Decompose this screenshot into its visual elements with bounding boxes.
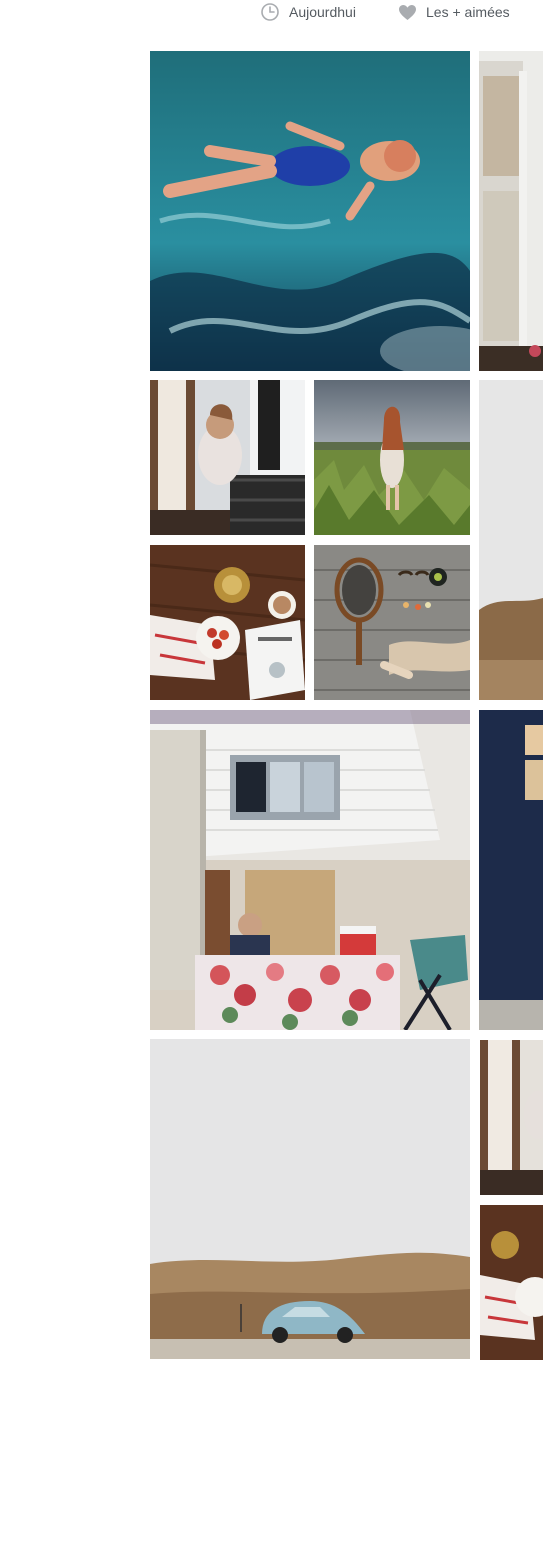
heart-icon (398, 4, 426, 21)
photo-tile-balcony-girl[interactable] (150, 380, 305, 535)
tab-most-liked[interactable]: Les + aimées (398, 2, 510, 22)
photo-tile-field-woman[interactable] (314, 380, 470, 535)
photo-tile-fishing-net[interactable] (314, 545, 470, 700)
photo-tile-desert-car[interactable] (150, 1039, 470, 1359)
clock-icon (260, 2, 289, 22)
photo-tile-camper-cropped[interactable] (479, 51, 543, 371)
tab-today-label: Aujourdhui (289, 4, 356, 20)
photo-tile-balcony-cropped[interactable] (480, 1040, 543, 1195)
photo-tile-breakfast-cropped[interactable] (480, 1205, 543, 1360)
photo-tile-blue-wall-cropped[interactable] (479, 710, 543, 1030)
photo-tile-swimmer[interactable] (150, 51, 470, 371)
photo-tile-camper-man[interactable] (150, 710, 470, 1030)
tab-most-liked-label: Les + aimées (426, 4, 510, 20)
top-filter-bar: Aujourdhui Les + aimées (0, 0, 543, 24)
photo-tile-breakfast[interactable] (150, 545, 305, 700)
tab-today[interactable]: Aujourdhui (260, 2, 356, 22)
photo-tile-landscape-cropped[interactable] (479, 380, 543, 700)
